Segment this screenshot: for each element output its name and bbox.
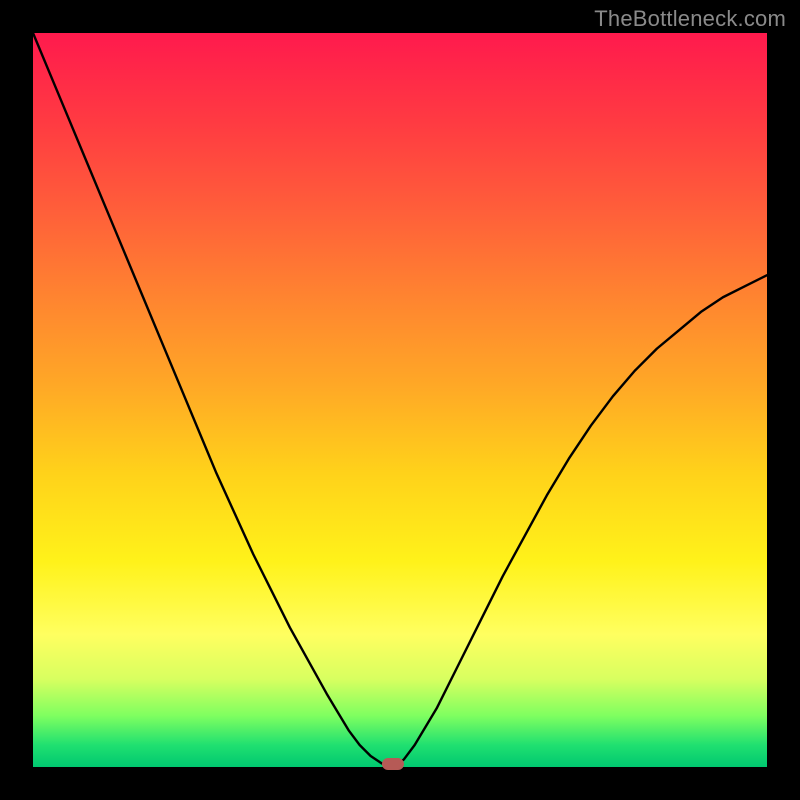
chart-frame: TheBottleneck.com	[0, 0, 800, 800]
chart-curve-svg	[33, 33, 767, 767]
chart-plot-area	[33, 33, 767, 767]
bottleneck-curve-path	[33, 33, 767, 767]
minimum-marker	[382, 758, 404, 770]
watermark-text: TheBottleneck.com	[594, 6, 786, 32]
